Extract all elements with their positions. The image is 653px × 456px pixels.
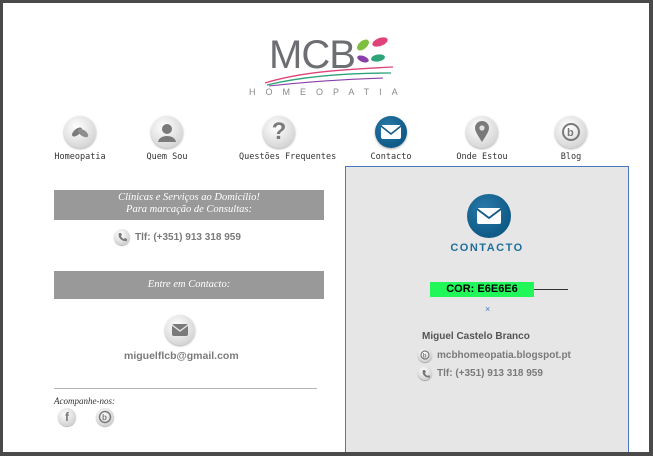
phone-icon xyxy=(114,229,130,245)
nav-label: Questões Frequentes xyxy=(239,152,337,162)
email-link[interactable]: miguelflcb@gmail.com xyxy=(124,350,239,362)
blog-icon: b xyxy=(555,116,587,148)
leaves-logo-icon xyxy=(357,37,388,63)
nav-label: Onde Estou xyxy=(456,152,508,162)
contact-panel: CONTACTO COR: E6E6E6 × Miguel Castelo Br… xyxy=(345,166,629,452)
services-banner: Clínicas e Serviços ao Domicílio! Para m… xyxy=(54,190,324,220)
panel-title: CONTACTO xyxy=(450,242,524,254)
contact-banner: Entre em Contacto: xyxy=(54,271,324,299)
services-line-1: Clínicas e Serviços ao Domicílio! xyxy=(118,192,260,203)
facebook-icon: f xyxy=(58,408,76,426)
phone-text: Tlf: (+351) 913 318 959 xyxy=(135,231,241,243)
nav-label: Quem Sou xyxy=(146,152,188,162)
nav-item-blog[interactable]: b Blog xyxy=(531,116,611,162)
logo-swoosh xyxy=(264,66,394,87)
nav-label: Homeopatia xyxy=(54,152,106,162)
phone-icon xyxy=(418,366,432,380)
map-pin-icon xyxy=(466,116,498,148)
logo-subtitle: HOMEOPATIA xyxy=(249,87,408,97)
question-icon: ? xyxy=(263,116,295,148)
phone-row[interactable]: Tlf: (+351) 913 318 959 xyxy=(114,229,241,245)
svg-text:b: b xyxy=(567,127,574,139)
facebook-button[interactable]: f xyxy=(58,408,76,426)
blog-text: mcbhomeopatia.blogspot.pt xyxy=(437,349,571,361)
nav-item-questoes[interactable]: ? Questões Frequentes xyxy=(239,116,337,162)
blog-icon: b xyxy=(96,408,114,426)
mail-icon xyxy=(375,116,407,148)
color-tag-line xyxy=(534,289,568,290)
color-tag: COR: E6E6E6 xyxy=(430,282,534,297)
svg-text:b: b xyxy=(102,413,107,422)
person-icon xyxy=(151,116,183,148)
leaves-icon xyxy=(64,116,96,148)
blog-row[interactable]: b mcbhomeopatia.blogspot.pt xyxy=(418,348,571,362)
close-mark[interactable]: × xyxy=(485,304,490,314)
nav-label: Contacto xyxy=(370,152,412,162)
nav-item-quem-sou[interactable]: Quem Sou xyxy=(127,116,207,162)
page-frame: MCB HOMEOPATIA Homeopatia Quem Sou ? Que… xyxy=(3,3,649,452)
nav-item-onde-estou[interactable]: Onde Estou xyxy=(442,116,522,162)
follow-label: Acompanhe-nos: xyxy=(54,396,115,406)
blog-icon: b xyxy=(418,348,432,362)
panel-phone-row[interactable]: Tlf: (+351) 913 318 959 xyxy=(418,366,543,380)
blog-button[interactable]: b xyxy=(96,408,114,426)
services-line-2: Para marcação de Consultas: xyxy=(126,204,252,215)
mail-icon xyxy=(467,194,511,238)
divider xyxy=(54,388,317,389)
mail-icon xyxy=(165,315,195,345)
nav-label: Blog xyxy=(560,152,582,162)
nav-item-contacto[interactable]: Contacto xyxy=(351,116,431,162)
panel-phone-text: Tlf: (+351) 913 318 959 xyxy=(437,367,543,379)
email-button[interactable] xyxy=(165,315,195,345)
owner-name: Miguel Castelo Branco xyxy=(422,331,530,342)
nav-item-homeopatia[interactable]: Homeopatia xyxy=(40,116,120,162)
svg-text:b: b xyxy=(423,354,427,360)
